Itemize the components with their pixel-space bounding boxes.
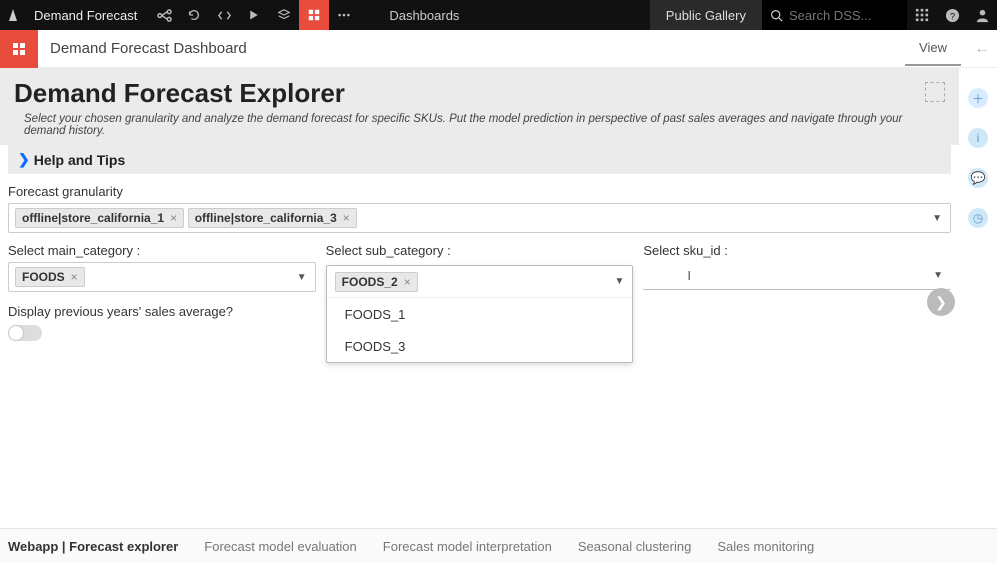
help-tips-toggle[interactable]: ❯ Help and Tips [8,145,951,174]
public-gallery-link[interactable]: Public Gallery [650,0,762,30]
sub-category-option[interactable]: FOODS_3 [327,330,633,362]
add-circle-icon[interactable]: ＋ [968,88,988,108]
main-category-select[interactable]: FOODS × ▼ [8,262,316,292]
granularity-select[interactable]: offline|store_california_1 × offline|sto… [8,203,951,233]
sku-label: Select sku_id : [643,243,951,258]
remove-chip-icon[interactable]: × [404,275,411,289]
slide-tab[interactable]: Forecast model interpretation [383,539,552,554]
slide-tab[interactable]: Forecast model evaluation [204,539,356,554]
user-avatar-icon[interactable] [967,0,997,30]
dashboard-tile-icon[interactable] [0,30,38,68]
sub-category-chip[interactable]: FOODS_2 × [335,272,418,292]
panel-description: Select your chosen granularity and analy… [14,109,945,141]
search-icon [770,9,783,22]
next-slide-button[interactable]: ❯ [927,288,955,316]
main-category-chip[interactable]: FOODS × [15,267,85,287]
expand-icon[interactable] [925,82,945,102]
clock-circle-icon[interactable]: ◷ [968,208,988,228]
info-circle-icon[interactable]: i [968,128,988,148]
sales-average-toggle[interactable] [8,325,42,341]
panel-header: Demand Forecast Explorer Select your cho… [0,68,959,145]
global-search[interactable] [762,0,907,30]
dashboard-header: Demand Forecast Dashboard View ← [0,30,997,68]
chevron-down-icon: ▼ [297,272,307,283]
slide-tab[interactable]: Sales monitoring [717,539,814,554]
chat-circle-icon[interactable]: 💬 [968,168,988,188]
project-name-label[interactable]: Demand Forecast [30,8,149,23]
help-icon[interactable]: ? [937,0,967,30]
sub-category-select-open[interactable]: FOODS_2 × ▼ FOODS_1 FOODS_3 [326,265,634,363]
chevron-right-icon: ❯ [18,151,30,168]
run-icon[interactable] [239,0,269,30]
apps-grid-icon[interactable] [907,0,937,30]
chevron-down-icon: ▼ [932,213,942,224]
main-category-label: Select main_category : [8,243,316,258]
slide-tabs: Webapp | Forecast explorer Forecast mode… [0,528,997,563]
slide-tab[interactable]: Webapp | Forecast explorer [8,539,178,554]
granularity-label: Forecast granularity [8,184,951,199]
granularity-chip[interactable]: offline|store_california_1 × [15,208,184,228]
panel-title: Demand Forecast Explorer [14,78,945,109]
code-icon[interactable] [209,0,239,30]
remove-chip-icon[interactable]: × [170,211,177,225]
dashboard-title: Demand Forecast Dashboard [38,40,247,57]
remove-chip-icon[interactable]: × [71,270,78,284]
text-cursor-icon: I [687,268,691,283]
view-mode-button[interactable]: View [905,32,961,66]
chevron-down-icon: ▼ [614,276,624,287]
remove-chip-icon[interactable]: × [343,211,350,225]
chevron-down-icon: ▼ [933,270,943,281]
slide-tab[interactable]: Seasonal clustering [578,539,691,554]
breadcrumb-dashboards[interactable]: Dashboards [359,8,489,23]
granularity-chip[interactable]: offline|store_california_3 × [188,208,357,228]
flow-icon[interactable] [149,0,179,30]
sub-category-option[interactable]: FOODS_1 [327,298,633,330]
help-tips-label: Help and Tips [34,152,126,168]
dashboard-icon[interactable] [299,0,329,30]
main-content: Demand Forecast Explorer Select your cho… [0,68,959,528]
right-rail: ＋ i 💬 ◷ [959,68,997,528]
more-icon[interactable] [329,0,359,30]
svg-text:?: ? [949,11,954,21]
refresh-icon[interactable] [179,0,209,30]
stack-icon[interactable] [269,0,299,30]
top-nav-bar: Demand Forecast Dashboards Public Galler… [0,0,997,30]
collapse-arrow-icon[interactable]: ← [967,40,997,58]
sku-select[interactable]: I ▼ [643,262,951,290]
app-logo-icon[interactable] [0,0,30,30]
search-input[interactable] [789,8,899,23]
sub-category-label: Select sub_category : [326,243,634,258]
